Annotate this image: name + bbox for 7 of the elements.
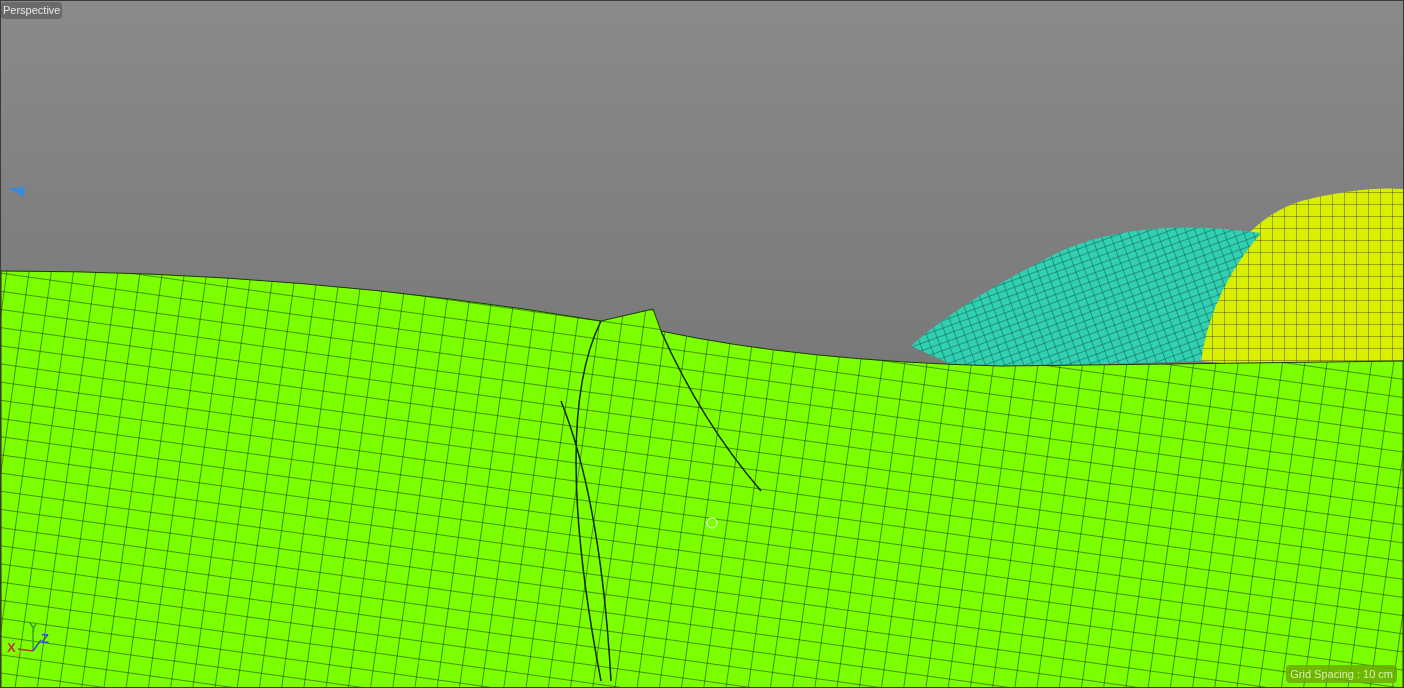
axis-label: Y [29,621,38,634]
axis-label: X [7,641,16,654]
camera-icon [8,187,26,199]
camera-label: Perspective [1,2,63,19]
viewport[interactable]: Perspective X Y Z Grid Spacing : 10 cm [1,1,1403,687]
axis-gizmo-icon [16,631,42,653]
axis-label: Z [41,632,49,645]
